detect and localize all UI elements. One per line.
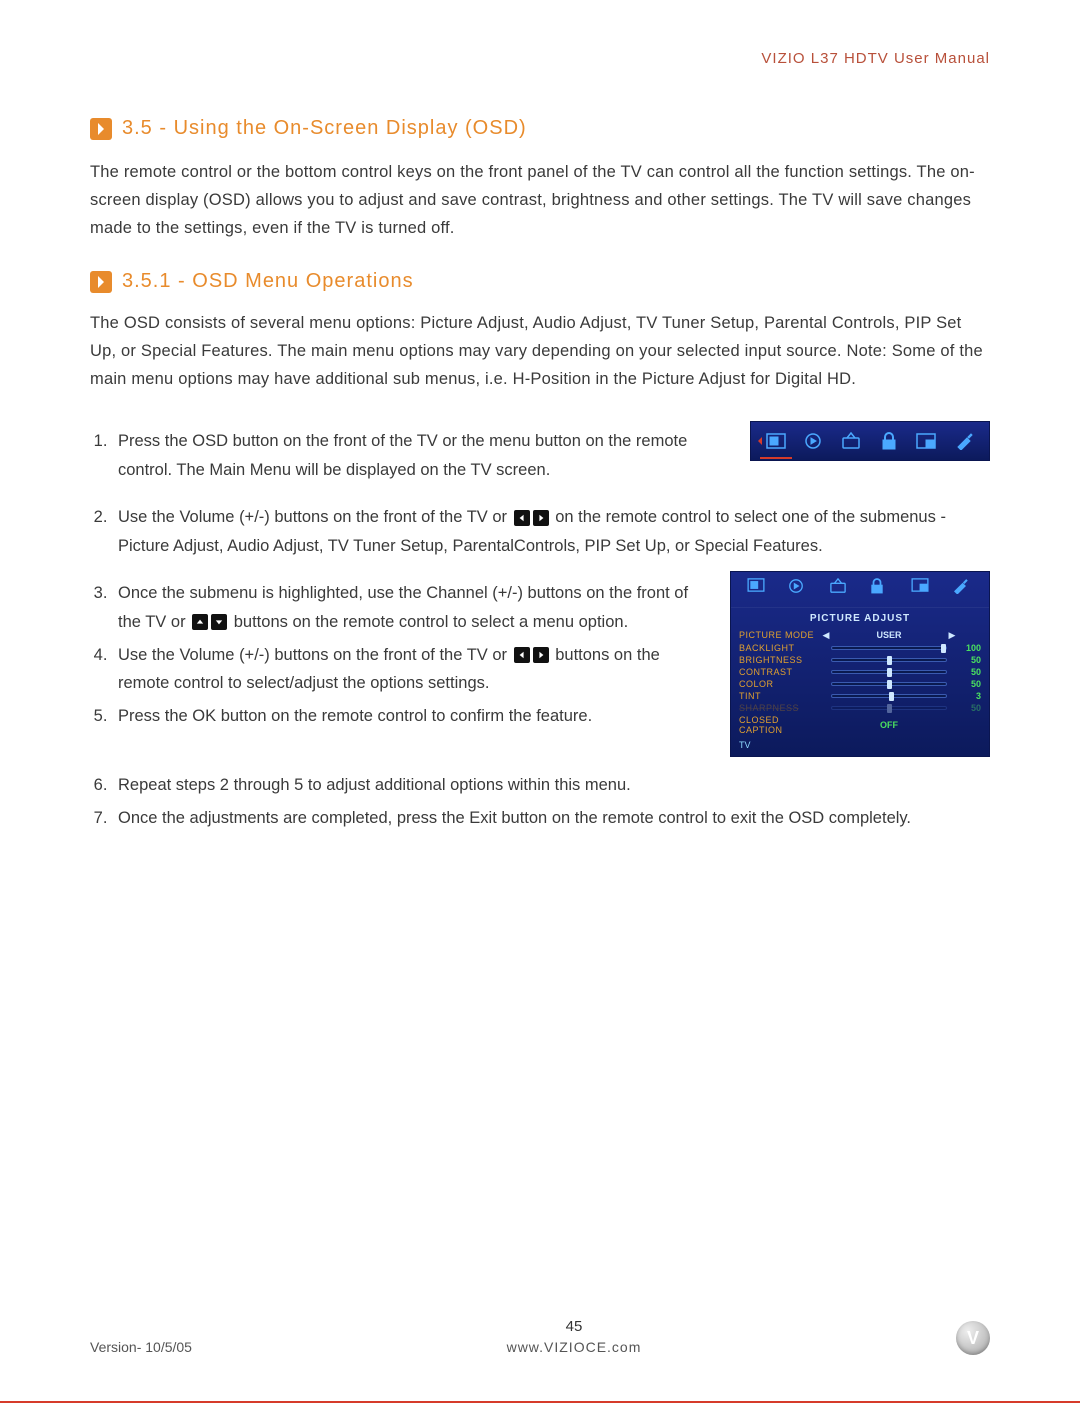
arrow-left-right-icons xyxy=(514,647,549,663)
step-4: Use the Volume (+/-) buttons on the fron… xyxy=(112,641,700,699)
arrow-left-icon xyxy=(514,647,530,663)
arrow-down-icon xyxy=(211,614,227,630)
osd-picture-adjust-panel: PICTURE ADJUST PICTURE MODE ◀ USER ▶ BAC… xyxy=(730,571,990,757)
step-1: Press the OSD button on the front of the… xyxy=(112,427,720,485)
pip-icon xyxy=(914,429,938,453)
step-3: Once the submenu is highlighted, use the… xyxy=(112,579,700,637)
osd-row-color: COLOR 50 xyxy=(731,678,989,690)
osd-row-contrast: CONTRAST 50 xyxy=(731,666,989,678)
arrow-right-icon xyxy=(533,647,549,663)
tv-tuner-icon xyxy=(839,429,863,453)
pip-icon xyxy=(911,578,933,600)
osd-status: TV xyxy=(731,736,989,750)
osd-main-menu-bar xyxy=(750,421,990,461)
manual-title: VIZIO L37 HDTV User Manual xyxy=(90,50,990,67)
tv-tuner-icon xyxy=(829,578,851,600)
setup-icon xyxy=(952,578,974,600)
arrow-up-icon xyxy=(192,614,208,630)
step-5: Press the OK button on the remote contro… xyxy=(112,702,700,731)
page-footer: Version- 10/5/05 45 www.VIZIOCE.com V xyxy=(90,1318,990,1355)
chevron-right-icon xyxy=(90,271,112,293)
footer-url: www.VIZIOCE.com xyxy=(192,1339,956,1355)
step-2: Use the Volume (+/-) buttons on the fron… xyxy=(112,503,990,561)
osd-row-sharpness: SHARPNESS 50 xyxy=(731,702,989,714)
step-7: Once the adjustments are completed, pres… xyxy=(112,804,990,833)
lock-icon xyxy=(870,578,892,600)
picture-icon xyxy=(747,578,769,600)
setup-icon xyxy=(952,429,976,453)
arrow-up-down-icons xyxy=(192,614,227,630)
osd-panel-title: PICTURE ADJUST xyxy=(731,608,989,629)
osd-row-brightness: BRIGHTNESS 50 xyxy=(731,654,989,666)
section-3-5-1-title: 3.5.1 - OSD Menu Operations xyxy=(122,270,414,293)
osd-row-tint: TINT 3 xyxy=(731,690,989,702)
section-3-5-title: 3.5 - Using the On-Screen Display (OSD) xyxy=(122,117,527,140)
section-3-5-heading: 3.5 - Using the On-Screen Display (OSD) xyxy=(90,117,990,140)
section-3-5-1-intro: The OSD consists of several menu options… xyxy=(90,309,990,393)
footer-version: Version- 10/5/05 xyxy=(90,1339,192,1355)
section-3-5-intro: The remote control or the bottom control… xyxy=(90,158,990,242)
step-6: Repeat steps 2 through 5 to adjust addit… xyxy=(112,771,990,800)
chevron-right-icon xyxy=(90,118,112,140)
vizio-logo-icon: V xyxy=(956,1321,990,1355)
arrow-right-icon xyxy=(533,510,549,526)
page-number: 45 xyxy=(192,1318,956,1335)
audio-icon xyxy=(788,578,810,600)
osd-row-closed-caption: CLOSED CAPTION OFF xyxy=(731,714,989,736)
osd-row-backlight: BACKLIGHT 100 xyxy=(731,642,989,654)
lock-icon xyxy=(877,429,901,453)
picture-icon xyxy=(764,429,788,453)
arrow-left-right-icons xyxy=(514,510,549,526)
section-3-5-1-heading: 3.5.1 - OSD Menu Operations xyxy=(90,270,990,293)
arrow-left-icon xyxy=(514,510,530,526)
osd-row-picture-mode: PICTURE MODE ◀ USER ▶ xyxy=(731,629,989,642)
audio-icon xyxy=(801,429,825,453)
